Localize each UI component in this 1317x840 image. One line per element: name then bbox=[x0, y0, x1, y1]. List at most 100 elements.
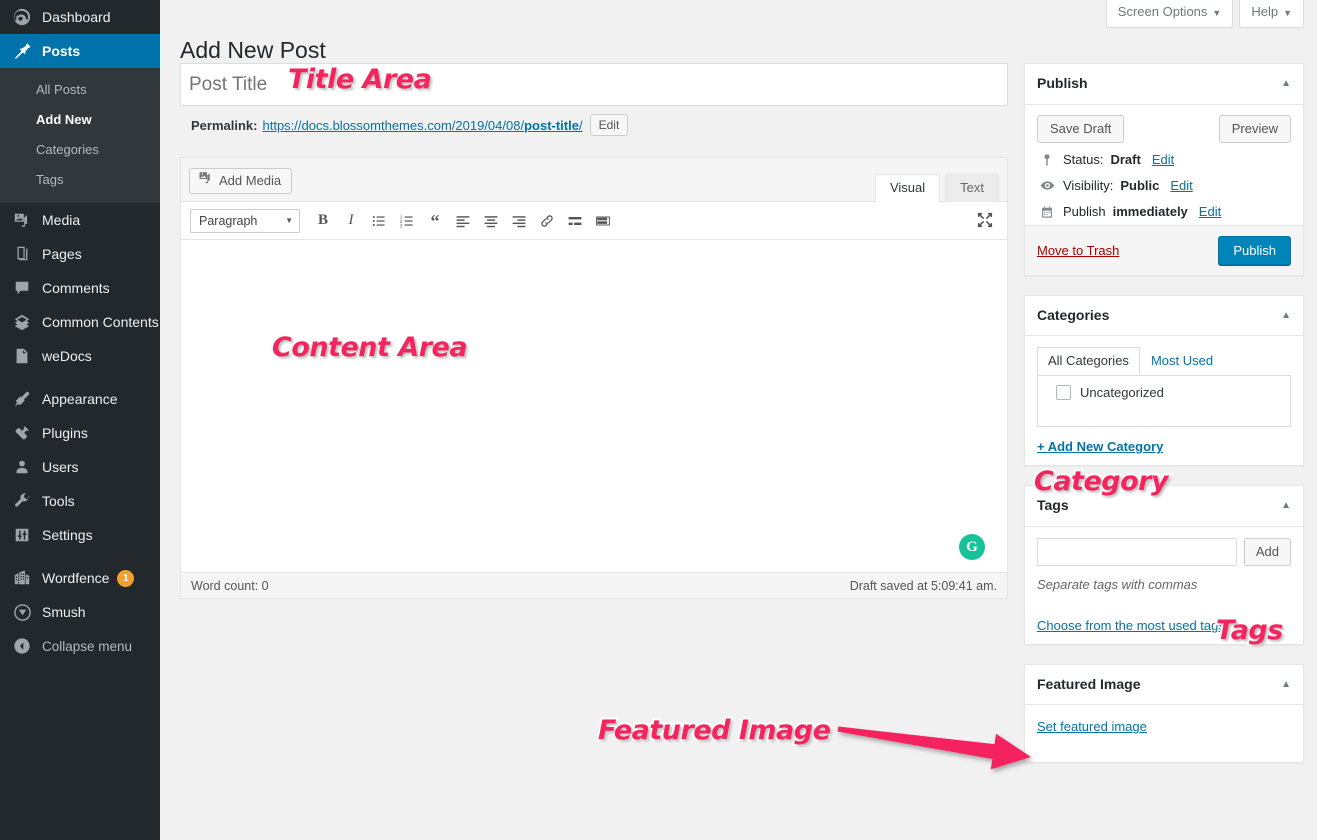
sidebar-item-label: weDocs bbox=[42, 348, 92, 364]
italic-icon[interactable]: I bbox=[338, 208, 364, 234]
sidebar-subitem-categories[interactable]: Categories bbox=[0, 135, 160, 165]
media-icon bbox=[198, 169, 213, 193]
categories-metabox-body: All Categories Most Used Uncategorized +… bbox=[1025, 336, 1303, 465]
toolbar-toggle-icon[interactable] bbox=[590, 208, 616, 234]
tab-all-categories[interactable]: All Categories bbox=[1037, 347, 1140, 375]
tag-entry-row: Add bbox=[1037, 538, 1291, 566]
move-to-trash-link[interactable]: Move to Trash bbox=[1037, 243, 1119, 258]
publish-button[interactable]: Publish bbox=[1218, 236, 1291, 265]
featured-image-metabox-title: Featured Image bbox=[1037, 675, 1140, 695]
post-schedule-row: Publish immediately Edit bbox=[1037, 195, 1291, 221]
post-content-editable[interactable]: G bbox=[181, 240, 1007, 572]
chevron-up-icon[interactable]: ▲ bbox=[1281, 500, 1291, 511]
sidebar-item-dashboard[interactable]: Dashboard bbox=[0, 0, 160, 34]
align-left-icon[interactable] bbox=[450, 208, 476, 234]
numbered-list-icon[interactable]: 123 bbox=[394, 208, 420, 234]
editor-mode-tabs: Visual Text bbox=[870, 173, 999, 201]
align-right-icon[interactable] bbox=[506, 208, 532, 234]
align-center-icon[interactable] bbox=[478, 208, 504, 234]
paragraph-format-select[interactable]: Paragraph ▼ bbox=[190, 209, 300, 233]
tab-text[interactable]: Text bbox=[945, 174, 999, 202]
sidebar-item-label: Tools bbox=[42, 493, 75, 509]
edit-permalink-button[interactable]: Edit bbox=[590, 114, 629, 136]
pin-icon bbox=[11, 41, 33, 61]
tab-visual[interactable]: Visual bbox=[875, 174, 940, 202]
tab-most-used[interactable]: Most Used bbox=[1140, 347, 1224, 375]
chevron-up-icon[interactable]: ▲ bbox=[1281, 679, 1291, 690]
permalink-slug: post-title bbox=[524, 118, 579, 133]
add-media-label: Add Media bbox=[219, 169, 281, 193]
category-checklist: Uncategorized bbox=[1037, 375, 1291, 427]
sidebar-item-plugins[interactable]: Plugins bbox=[0, 416, 160, 450]
category-checkbox-uncategorized[interactable] bbox=[1056, 385, 1071, 400]
help-button[interactable]: Help▼ bbox=[1239, 0, 1304, 28]
editor-tools-bar: Add Media Visual Text bbox=[181, 158, 1007, 202]
post-title-input[interactable] bbox=[180, 63, 1008, 106]
sidebar-subitem-all-posts[interactable]: All Posts bbox=[0, 75, 160, 105]
blockquote-icon[interactable]: “ bbox=[422, 208, 448, 234]
sidebar-item-label: Wordfence bbox=[42, 570, 109, 586]
edit-visibility-link[interactable]: Edit bbox=[1170, 177, 1192, 195]
sidebar-item-tools[interactable]: Tools bbox=[0, 484, 160, 518]
bold-icon[interactable]: B bbox=[310, 208, 336, 234]
categories-metabox-header[interactable]: Categories ▲ bbox=[1025, 296, 1303, 337]
eye-icon bbox=[1038, 178, 1056, 193]
read-more-icon[interactable] bbox=[562, 208, 588, 234]
visibility-value: Public bbox=[1120, 177, 1159, 195]
grammarly-icon[interactable]: G bbox=[959, 534, 985, 560]
sidebar-subitem-tags[interactable]: Tags bbox=[0, 165, 160, 195]
publish-metabox-header[interactable]: Publish ▲ bbox=[1025, 64, 1303, 105]
add-media-button[interactable]: Add Media bbox=[189, 168, 292, 194]
sidebar-item-label: Pages bbox=[42, 246, 82, 262]
set-featured-image-link[interactable]: Set featured image bbox=[1037, 719, 1147, 734]
sidebar-item-appearance[interactable]: Appearance bbox=[0, 382, 160, 416]
save-draft-button[interactable]: Save Draft bbox=[1037, 115, 1124, 143]
tags-metabox: Tags ▲ Add Separate tags with commas Cho… bbox=[1024, 485, 1304, 645]
preview-button[interactable]: Preview bbox=[1219, 115, 1291, 143]
sidebar-item-posts[interactable]: Posts bbox=[0, 34, 160, 68]
link-icon[interactable] bbox=[534, 208, 560, 234]
permalink-link[interactable]: https://docs.blossomthemes.com/2019/04/0… bbox=[262, 118, 582, 133]
add-tag-button[interactable]: Add bbox=[1244, 538, 1291, 566]
featured-image-metabox-header[interactable]: Featured Image ▲ bbox=[1025, 665, 1303, 706]
collapse-menu-button[interactable]: Collapse menu bbox=[0, 629, 160, 663]
choose-most-used-tags-link[interactable]: Choose from the most used tags bbox=[1037, 618, 1225, 633]
tag-help-text: Separate tags with commas bbox=[1037, 577, 1291, 592]
bulleted-list-icon[interactable] bbox=[366, 208, 392, 234]
sidebar-item-pages[interactable]: Pages bbox=[0, 237, 160, 271]
sidebar-item-common-contents[interactable]: Common Contents bbox=[0, 305, 160, 339]
draft-saved-status: Draft saved at 5:09:41 am. bbox=[850, 579, 997, 593]
new-tag-input[interactable] bbox=[1037, 538, 1237, 566]
sidebar-item-label: Plugins bbox=[42, 425, 88, 441]
tags-metabox-header[interactable]: Tags ▲ bbox=[1025, 486, 1303, 527]
sidebar-item-comments[interactable]: Comments bbox=[0, 271, 160, 305]
status-value: Draft bbox=[1110, 151, 1140, 169]
sidebar-item-wedocs[interactable]: weDocs bbox=[0, 339, 160, 373]
categories-metabox-title: Categories bbox=[1037, 306, 1109, 326]
screen-options-button[interactable]: Screen Options▼ bbox=[1106, 0, 1234, 28]
post-status-row: Status: Draft Edit bbox=[1037, 143, 1291, 169]
visibility-label: Visibility: bbox=[1063, 177, 1113, 195]
sidebar-item-media[interactable]: Media bbox=[0, 203, 160, 237]
comments-icon bbox=[11, 278, 33, 298]
sidebar-item-label: Posts bbox=[42, 43, 80, 59]
featured-image-metabox-body: Set featured image bbox=[1025, 705, 1303, 762]
sidebar-item-label: Settings bbox=[42, 527, 93, 543]
sidebar-item-settings[interactable]: Settings bbox=[0, 518, 160, 552]
publish-metabox-title: Publish bbox=[1037, 74, 1088, 94]
edit-schedule-link[interactable]: Edit bbox=[1199, 203, 1221, 221]
sidebar-item-wordfence[interactable]: Wordfence 1 bbox=[0, 561, 160, 595]
permalink-label: Permalink: bbox=[191, 118, 257, 133]
wordfence-update-badge: 1 bbox=[117, 570, 134, 587]
sidebar-subitem-add-new[interactable]: Add New bbox=[0, 105, 160, 135]
sidebar-item-smush[interactable]: Smush bbox=[0, 595, 160, 629]
permalink-prefix: https://docs.blossomthemes.com/2019/04/0… bbox=[262, 118, 524, 133]
chevron-up-icon[interactable]: ▲ bbox=[1281, 310, 1291, 321]
publish-metabox-body: Save Draft Preview Status: Draft Edit Vi… bbox=[1025, 105, 1303, 225]
add-new-category-link[interactable]: + Add New Category bbox=[1037, 439, 1163, 454]
chevron-up-icon[interactable]: ▲ bbox=[1281, 78, 1291, 89]
fullscreen-icon[interactable] bbox=[976, 211, 996, 231]
sidebar-item-users[interactable]: Users bbox=[0, 450, 160, 484]
category-item[interactable]: Uncategorized bbox=[1048, 385, 1280, 400]
edit-status-link[interactable]: Edit bbox=[1152, 151, 1174, 169]
